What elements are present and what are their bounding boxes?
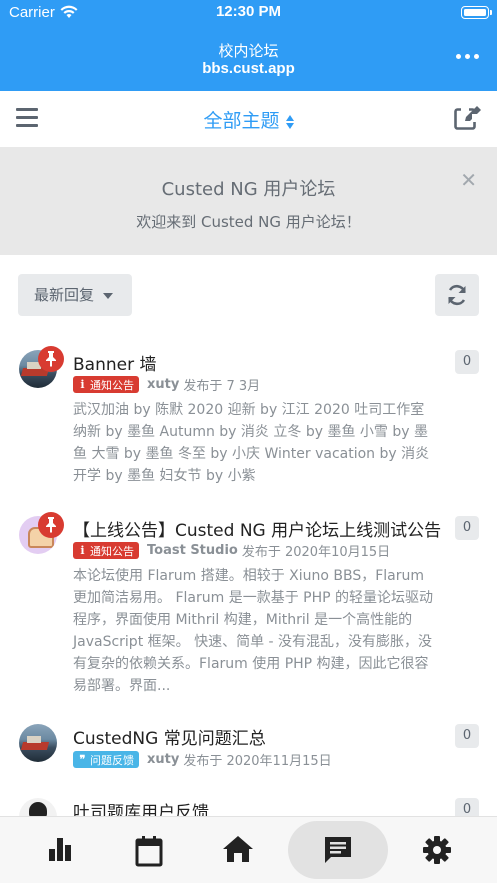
home-icon xyxy=(223,836,253,862)
refresh-icon xyxy=(448,284,466,306)
tab-stats[interactable] xyxy=(40,835,80,869)
info-icon: i xyxy=(80,544,85,557)
page-url: bbs.cust.app xyxy=(202,60,295,77)
forum-toolbar: 全部主题 xyxy=(0,91,497,147)
post-time: 发布于 7 3月 xyxy=(183,379,261,394)
author-name[interactable]: xuty xyxy=(147,752,179,767)
battery-nub xyxy=(490,10,492,15)
post-time: 发布于 2020年11月15日 xyxy=(183,754,332,769)
welcome-hero: Custed NG 用户论坛 欢迎来到 Custed NG 用户论坛！ ✕ xyxy=(0,147,497,255)
tag-label: 通知公告 xyxy=(90,378,134,392)
hero-title: Custed NG 用户论坛 xyxy=(161,179,336,200)
bar-chart-icon xyxy=(49,838,71,861)
page-title: 校内论坛 xyxy=(218,42,279,60)
comments-icon: ❞ xyxy=(79,753,86,766)
pin-icon xyxy=(38,346,64,372)
compose-icon[interactable] xyxy=(454,105,482,131)
topic-filter-dropdown[interactable]: 全部主题 xyxy=(0,106,497,133)
reply-count: 0 xyxy=(455,724,479,748)
tag-badge[interactable]: i 通知公告 xyxy=(73,542,139,559)
tab-schedule[interactable] xyxy=(129,835,169,869)
settings-icon xyxy=(423,836,451,864)
pin-icon xyxy=(38,512,64,538)
post-time: 发布于 2020年10月15日 xyxy=(241,545,391,560)
more-options-icon[interactable] xyxy=(456,54,479,59)
author-name[interactable]: xuty xyxy=(147,377,179,392)
app-header: Carrier 12:30 PM 校内论坛 bbs.cust.app xyxy=(0,0,497,91)
reply-count: 0 xyxy=(455,516,479,540)
forum-icon xyxy=(325,837,351,863)
discussion-meta: i 通知公告 Toast Studio 发布于 2020年10月15日 xyxy=(73,541,390,560)
reply-count: 0 xyxy=(455,350,479,374)
tag-badge[interactable]: i 通知公告 xyxy=(73,376,139,393)
avatar[interactable] xyxy=(19,724,57,762)
refresh-button[interactable] xyxy=(435,274,479,316)
chevron-down-icon xyxy=(103,292,114,299)
discussion-meta: i 通知公告 xuty 发布于 7 3月 xyxy=(73,375,260,394)
tag-label: 通知公告 xyxy=(90,544,134,558)
tab-forum[interactable] xyxy=(318,835,358,869)
tab-home[interactable] xyxy=(218,835,258,869)
tag-label: 问题反馈 xyxy=(90,753,134,767)
discussion-title[interactable]: CustedNG 常见问题汇总 xyxy=(73,724,266,749)
close-icon[interactable]: ✕ xyxy=(460,168,477,192)
sort-label: 最新回复 xyxy=(34,286,95,304)
tab-settings[interactable] xyxy=(417,835,457,869)
sort-arrows-icon xyxy=(285,114,294,130)
calendar-icon xyxy=(135,836,163,867)
status-time: 12:30 PM xyxy=(215,3,282,20)
battery-icon xyxy=(461,6,489,19)
author-name[interactable]: Toast Studio xyxy=(147,543,238,558)
status-bar: Carrier 12:30 PM xyxy=(0,0,497,26)
sort-dropdown[interactable]: 最新回复 xyxy=(18,274,132,316)
info-icon: i xyxy=(80,378,85,391)
topic-filter-label: 全部主题 xyxy=(203,110,280,132)
discussion-excerpt: 武汉加油 by 陈默 2020 迎新 by 江江 2020 吐司工作室纳新 by… xyxy=(73,402,430,484)
discussion-title[interactable]: 【上线公告】Custed NG 用户论坛上线测试公告 xyxy=(73,516,441,541)
discussion-meta: ❞ 问题反馈 xuty 发布于 2020年11月15日 xyxy=(73,750,332,769)
discussion-title[interactable]: Banner 墙 xyxy=(73,350,156,375)
tag-badge[interactable]: ❞ 问题反馈 xyxy=(73,751,139,768)
discussion-excerpt: 本论坛使用 Flarum 搭建。相较于 Xiuno BBS，Flarum 更加简… xyxy=(73,568,433,694)
hero-description: 欢迎来到 Custed NG 用户论坛！ xyxy=(136,213,361,231)
bottom-tab-bar xyxy=(0,816,497,883)
